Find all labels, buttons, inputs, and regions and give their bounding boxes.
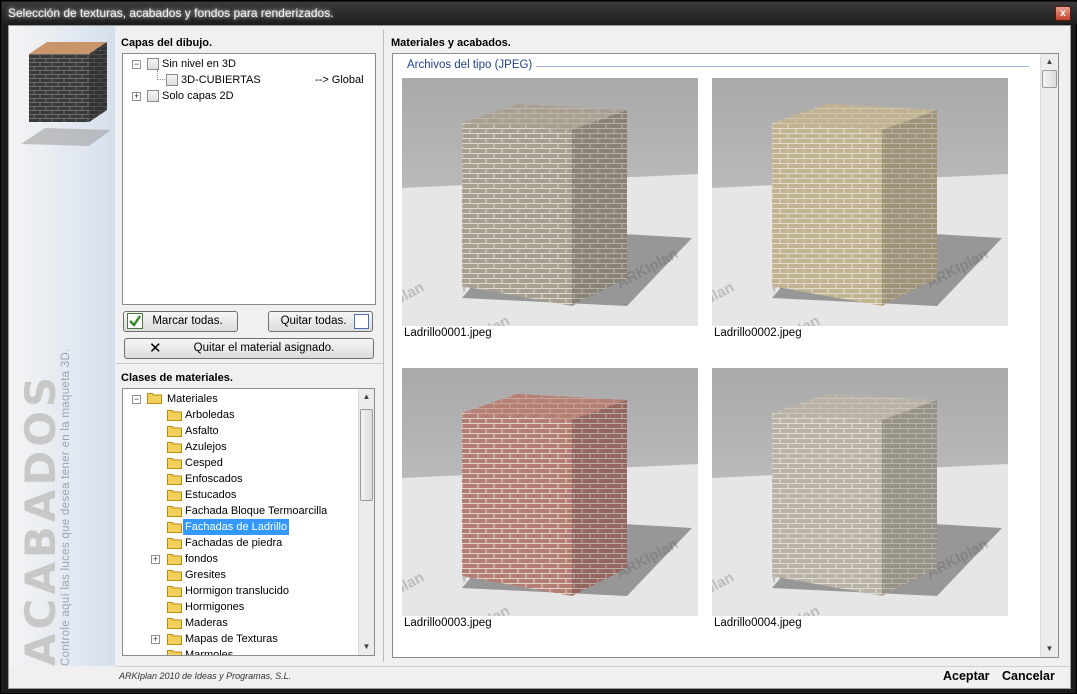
class-item[interactable]: Azulejos bbox=[185, 439, 227, 455]
layer-label[interactable]: 3D-CUBIERTAS bbox=[181, 72, 261, 88]
folder-icon bbox=[167, 458, 182, 469]
class-item[interactable]: Mapas de Texturas bbox=[185, 631, 278, 647]
folder-icon bbox=[167, 442, 182, 453]
checkmark-icon bbox=[127, 313, 143, 329]
layer-checkbox[interactable] bbox=[166, 74, 178, 86]
layers-tree[interactable]: − Sin nivel en 3D 3D-CUBIERTAS --> Globa… bbox=[122, 53, 376, 305]
layer-assignment: --> Global bbox=[315, 74, 364, 86]
classes-scrollbar[interactable]: ▲ ▼ bbox=[358, 389, 374, 655]
class-item[interactable]: Marmoles bbox=[185, 647, 233, 655]
folder-icon bbox=[167, 554, 182, 565]
folder-icon bbox=[167, 506, 182, 517]
expand-icon[interactable]: + bbox=[151, 555, 160, 564]
folder-icon bbox=[167, 474, 182, 485]
folder-icon bbox=[167, 650, 182, 655]
folder-icon bbox=[167, 618, 182, 629]
remove-all-button[interactable]: Quitar todas. bbox=[268, 311, 373, 332]
layer-checkbox[interactable] bbox=[147, 58, 159, 70]
folder-icon bbox=[167, 410, 182, 421]
class-item[interactable]: Enfoscados bbox=[185, 471, 242, 487]
empty-box-icon bbox=[354, 314, 369, 329]
scroll-down-icon[interactable]: ▼ bbox=[1041, 641, 1058, 657]
remove-material-label: Quitar el material asignado. bbox=[193, 342, 335, 354]
client-area: ACABADOS Controle aquí las luces que des… bbox=[8, 25, 1071, 689]
folder-icon bbox=[167, 602, 182, 613]
brand-vertical-text: ACABADOS Controle aquí las luces que des… bbox=[16, 348, 72, 666]
thumbnail-caption: Ladrillo0001.jpeg bbox=[404, 327, 492, 339]
thumbnail-caption: Ladrillo0003.jpeg bbox=[404, 617, 492, 629]
materials-view[interactable]: Archivos del tipo (JPEG) ARKIplan ARKIpl… bbox=[392, 53, 1059, 658]
class-item[interactable]: Fachadas de piedra bbox=[185, 535, 282, 551]
folder-icon bbox=[167, 490, 182, 501]
classes-label: Clases de materiales. bbox=[121, 372, 233, 384]
folder-icon bbox=[167, 570, 182, 581]
mark-all-button[interactable]: Marcar todas. bbox=[123, 311, 238, 332]
material-thumbnail[interactable]: ARKIplan ARKIplan ARKIplan ARKIplan ARKI… bbox=[402, 368, 698, 616]
class-item[interactable]: Cesped bbox=[185, 455, 223, 471]
expand-icon[interactable]: + bbox=[151, 635, 160, 644]
thumbnail-caption: Ladrillo0004.jpeg bbox=[714, 617, 802, 629]
folder-icon bbox=[167, 426, 182, 437]
collapse-icon[interactable]: − bbox=[132, 395, 141, 404]
class-item[interactable]: Hormigones bbox=[185, 599, 244, 615]
class-root[interactable]: Materiales bbox=[167, 391, 218, 407]
brand-subtitle: Controle aquí las luces que desea tener … bbox=[60, 348, 72, 666]
folder-icon bbox=[167, 634, 182, 645]
layer-label[interactable]: Solo capas 2D bbox=[162, 88, 234, 104]
brand-title: ACABADOS bbox=[16, 372, 65, 666]
dialog-window: Selección de texturas, acabados y fondos… bbox=[0, 0, 1077, 694]
scroll-up-icon[interactable]: ▲ bbox=[359, 389, 374, 405]
brand-strip: ACABADOS Controle aquí las luces que des… bbox=[9, 26, 115, 666]
file-type-group: Archivos del tipo (JPEG) bbox=[407, 59, 537, 71]
mark-all-label: Marcar todas. bbox=[152, 315, 223, 327]
folder-icon bbox=[167, 538, 182, 549]
layer-label[interactable]: Sin nivel en 3D bbox=[162, 56, 236, 72]
class-item[interactable]: Fachadas de Ladrillo bbox=[183, 519, 290, 535]
title-bar: Selección de texturas, acabados y fondos… bbox=[2, 2, 1077, 24]
remove-material-button[interactable]: ✕ Quitar el material asignado. bbox=[124, 338, 374, 359]
expand-icon[interactable]: + bbox=[132, 92, 141, 101]
class-item[interactable]: Fachada Bloque Termoarcilla bbox=[185, 503, 327, 519]
folder-icon bbox=[167, 586, 182, 597]
folder-icon bbox=[167, 522, 182, 533]
brick-cube-logo bbox=[19, 34, 111, 146]
class-item[interactable]: fondos bbox=[185, 551, 218, 567]
folder-icon bbox=[147, 393, 162, 404]
accept-button[interactable]: Aceptar bbox=[943, 669, 990, 683]
materials-scrollbar[interactable]: ▲ ▼ bbox=[1040, 54, 1058, 657]
layer-checkbox[interactable] bbox=[147, 90, 159, 102]
layers-label: Capas del dibujo. bbox=[121, 37, 213, 49]
class-item[interactable]: Arboledas bbox=[185, 407, 235, 423]
classes-tree[interactable]: − Materiales Arboledas Asfalto Azulejos Ces… bbox=[122, 388, 375, 656]
material-thumbnail[interactable]: ARKIplan ARKIplan ARKIplan ARKIplan ARKI… bbox=[712, 368, 1008, 616]
materials-label: Materiales y acabados. bbox=[391, 37, 511, 49]
scroll-up-icon[interactable]: ▲ bbox=[1041, 54, 1058, 70]
class-item[interactable]: Estucados bbox=[185, 487, 236, 503]
class-item[interactable]: Hormigon translucido bbox=[185, 583, 289, 599]
close-button[interactable]: x bbox=[1055, 6, 1071, 21]
copyright-note: ARKIplan 2010 de Ideas y Programas, S.L. bbox=[119, 671, 292, 681]
scroll-thumb[interactable] bbox=[1042, 70, 1057, 88]
scroll-down-icon[interactable]: ▼ bbox=[359, 639, 374, 655]
cancel-button[interactable]: Cancelar bbox=[1002, 669, 1055, 683]
x-icon: ✕ bbox=[149, 340, 162, 357]
class-item[interactable]: Gresites bbox=[185, 567, 226, 583]
class-item[interactable]: Asfalto bbox=[185, 423, 219, 439]
class-item[interactable]: Maderas bbox=[185, 615, 228, 631]
remove-all-label: Quitar todas. bbox=[280, 315, 347, 327]
collapse-icon[interactable]: − bbox=[132, 60, 141, 69]
window-title: Selección de texturas, acabados y fondos… bbox=[8, 6, 334, 20]
scroll-thumb[interactable] bbox=[360, 409, 373, 501]
material-thumbnail[interactable]: ARKIplan ARKIplan ARKIplan ARKIplan ARKI… bbox=[402, 78, 698, 326]
thumbnail-caption: Ladrillo0002.jpeg bbox=[714, 327, 802, 339]
material-thumbnail[interactable]: ARKIplan ARKIplan ARKIplan ARKIplan ARKI… bbox=[712, 78, 1008, 326]
